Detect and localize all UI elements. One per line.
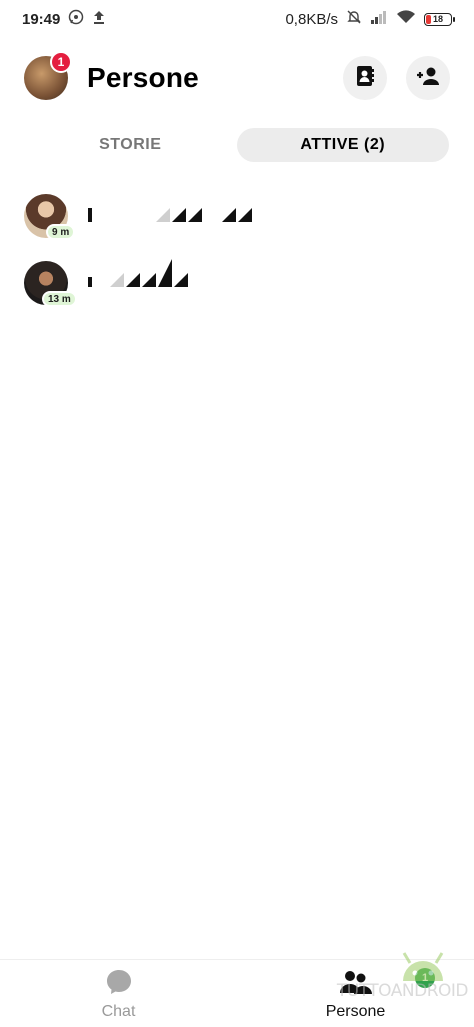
redaction-mark <box>158 259 172 287</box>
page-title: Persone <box>87 62 199 93</box>
nav-chat[interactable]: Chat <box>0 960 237 1027</box>
tab-attive[interactable]: ATTIVE (2) <box>236 128 449 162</box>
bottom-nav: Chat 1 Persone <box>0 959 474 1027</box>
nav-persone[interactable]: 1 Persone <box>237 960 474 1027</box>
nav-persone-label: Persone <box>325 1003 386 1020</box>
list-item[interactable]: 13 m <box>0 259 474 326</box>
active-time-badge: 9 m <box>46 224 76 240</box>
active-time-badge: 13 m <box>42 291 77 307</box>
upload-icon <box>92 9 106 29</box>
redaction-mark <box>174 273 188 287</box>
active-people-list: 9 m 13 m <box>0 192 474 326</box>
redacted-name <box>88 204 252 222</box>
status-bar: 19:49 0,8KB/s 18 <box>0 0 474 38</box>
redaction-mark <box>88 277 92 287</box>
redaction-mark <box>88 208 92 222</box>
redaction-mark <box>188 208 202 222</box>
list-item[interactable]: 9 m <box>0 192 474 259</box>
whatsapp-icon <box>68 9 84 29</box>
notification-badge: 1 <box>50 51 72 73</box>
signal-icon <box>370 10 388 28</box>
people-icon <box>339 968 373 1001</box>
battery-fill <box>426 14 431 24</box>
status-left: 19:49 <box>22 9 106 29</box>
redaction-mark <box>172 208 186 222</box>
battery-icon: 18 <box>424 12 455 26</box>
contacts-icon <box>355 65 375 92</box>
mute-icon <box>346 9 362 29</box>
tab-storie[interactable]: STORIE <box>24 128 237 162</box>
redaction-mark <box>110 273 124 287</box>
battery-level: 18 <box>432 14 443 24</box>
redaction-mark <box>156 208 170 222</box>
nav-persone-badge: 1 <box>415 968 435 988</box>
chat-bubble-icon <box>105 968 133 1001</box>
status-right: 0,8KB/s 18 <box>285 9 455 29</box>
header: 1 Persone <box>0 51 474 104</box>
redaction-mark <box>222 208 236 222</box>
contacts-button[interactable] <box>343 56 387 100</box>
redaction-mark <box>126 273 140 287</box>
add-person-button[interactable] <box>406 56 450 100</box>
nav-chat-label: Chat <box>101 1003 136 1020</box>
network-speed: 0,8KB/s <box>285 10 338 28</box>
status-time: 19:49 <box>22 10 61 28</box>
redaction-mark <box>142 273 156 287</box>
redacted-name <box>88 259 188 287</box>
tabs: STORIE ATTIVE (2) <box>24 128 449 162</box>
wifi-icon <box>396 10 416 28</box>
redaction-mark <box>238 208 252 222</box>
add-person-icon <box>415 66 441 91</box>
